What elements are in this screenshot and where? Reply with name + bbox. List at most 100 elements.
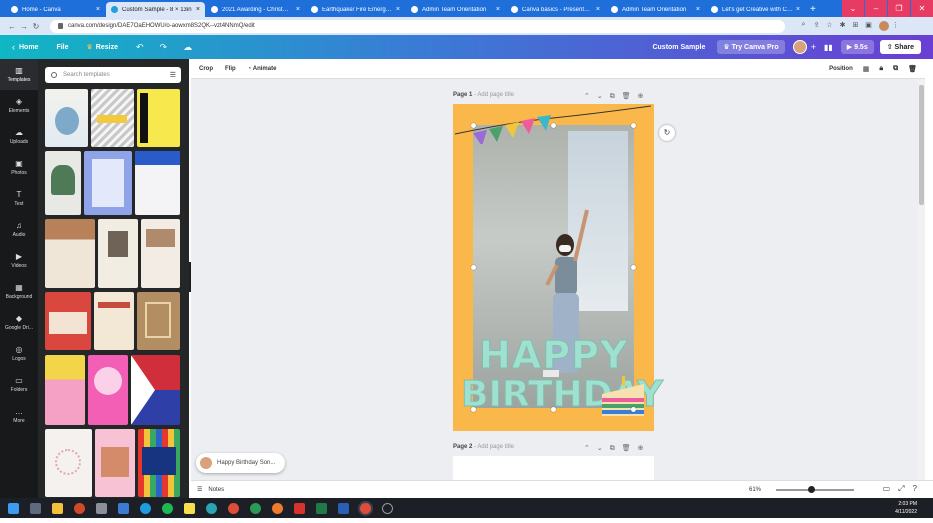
resize-handle[interactable]: [631, 265, 636, 270]
rail-item-audio[interactable]: ♫ Audio: [0, 214, 38, 245]
rail-item-videos[interactable]: ▶ Videos: [0, 245, 38, 276]
rail-item-uploads[interactable]: ☁ Uploads: [0, 121, 38, 152]
template-thumbnail[interactable]: [131, 355, 180, 425]
resize-handle[interactable]: [551, 123, 556, 128]
clock-app-icon[interactable]: [382, 502, 393, 514]
extension-icon[interactable]: ✱: [836, 21, 849, 31]
close-tab-icon[interactable]: ×: [496, 6, 500, 13]
crop-button[interactable]: Crop: [199, 66, 213, 72]
minimize-icon[interactable]: –: [865, 0, 887, 17]
file-menu-button[interactable]: File: [56, 44, 68, 51]
template-thumbnail[interactable]: [88, 355, 128, 425]
vertical-scrollbar[interactable]: [918, 79, 925, 498]
chrome-active-icon[interactable]: [360, 502, 371, 514]
template-thumbnail[interactable]: [138, 429, 180, 497]
chevron-down-icon[interactable]: ⌄: [597, 93, 610, 100]
excel-icon[interactable]: [316, 502, 327, 514]
template-thumbnail[interactable]: [137, 89, 180, 147]
edge-icon[interactable]: [206, 502, 217, 514]
share-icon[interactable]: ⇪: [810, 21, 823, 31]
rail-item-background[interactable]: ▦ Background: [0, 276, 38, 307]
template-thumbnail[interactable]: [135, 151, 180, 215]
rail-item-logos[interactable]: ◎ Logos: [0, 338, 38, 369]
delete-page-icon[interactable]: 🗑︎: [622, 445, 638, 452]
home-button[interactable]: Home: [19, 44, 38, 51]
close-tab-icon[interactable]: ×: [296, 6, 300, 13]
duplicate-page-icon[interactable]: ⧉: [610, 93, 622, 100]
add-page-icon[interactable]: ⊕: [638, 93, 651, 100]
chevron-up-icon[interactable]: ⌃: [584, 93, 597, 100]
app-icon[interactable]: [250, 502, 261, 514]
redo-icon[interactable]: ↷: [160, 42, 168, 53]
template-thumbnail[interactable]: [137, 292, 180, 350]
birthday-text-line1[interactable]: HAPPY: [479, 336, 640, 375]
try-canva-pro-button[interactable]: ♛ Try Canva Pro: [717, 40, 785, 54]
browser-tab[interactable]: Earthquake/ Fire Emergency ×: [306, 2, 405, 17]
close-tab-icon[interactable]: ×: [796, 6, 800, 13]
calculator-icon[interactable]: [96, 502, 107, 514]
transparency-icon[interactable]: ▦: [863, 65, 870, 73]
resize-handle[interactable]: [551, 407, 556, 412]
browser-tab[interactable]: Canva basics - Presentation ×: [506, 2, 605, 17]
rail-item-photos[interactable]: ▣ Photos: [0, 152, 38, 183]
rail-item-folders[interactable]: ▭ Folders: [0, 369, 38, 400]
kebab-menu-icon[interactable]: ⋮: [889, 21, 902, 31]
browser-tab[interactable]: Admin Team Orientation ×: [606, 2, 705, 17]
acrobat-icon[interactable]: [294, 502, 305, 514]
share-button[interactable]: ⇧ Share: [879, 40, 921, 54]
sticky-notes-icon[interactable]: [184, 502, 195, 514]
sidebar-icon[interactable]: ▣: [862, 21, 875, 31]
new-tab-button[interactable]: +: [810, 2, 816, 17]
zoom-level[interactable]: 61%: [749, 487, 761, 493]
template-thumbnail[interactable]: [45, 292, 91, 350]
notes-icon[interactable]: ☰: [197, 486, 202, 493]
delete-page-icon[interactable]: 🗑︎: [622, 93, 638, 100]
browser-tab[interactable]: 2021 Awarding - Christmas ×: [206, 2, 305, 17]
task-view-icon[interactable]: [30, 502, 41, 514]
trash-icon[interactable]: 🗑︎: [908, 65, 917, 73]
template-thumbnail[interactable]: [94, 292, 134, 350]
page-2-add-title[interactable]: - Add page title: [474, 444, 514, 450]
maximize-icon[interactable]: ❐: [888, 0, 910, 17]
plus-icon[interactable]: +: [811, 42, 816, 52]
template-thumbnail[interactable]: [45, 151, 81, 215]
system-clock[interactable]: 2:03 PM 4/11/2022: [895, 500, 917, 516]
position-button[interactable]: Position: [829, 66, 853, 72]
forward-icon[interactable]: →: [18, 22, 30, 31]
upload-toast[interactable]: Happy Birthday Son...: [196, 453, 286, 473]
windows-start-icon[interactable]: [8, 502, 19, 514]
template-thumbnail[interactable]: [95, 429, 135, 497]
star-icon[interactable]: ☆: [823, 21, 836, 31]
rail-item-text[interactable]: T Text: [0, 183, 38, 214]
notes-button[interactable]: Notes: [208, 487, 224, 493]
search-icon[interactable]: ⌕: [797, 21, 810, 31]
chrome-icon[interactable]: [228, 502, 239, 514]
template-thumbnail[interactable]: [45, 355, 85, 425]
chevron-down-icon[interactable]: ⌄: [597, 445, 610, 452]
store-icon[interactable]: [118, 502, 129, 514]
resize-button[interactable]: Resize: [96, 44, 118, 51]
browser-tab[interactable]: Home - Canva ×: [6, 2, 105, 17]
resize-handle[interactable]: [631, 123, 636, 128]
analytics-icon[interactable]: ▮▮: [824, 43, 833, 52]
reload-icon[interactable]: ↻: [30, 22, 42, 31]
page-grid-icon[interactable]: ▭: [883, 484, 899, 493]
template-thumbnail[interactable]: [45, 219, 95, 288]
close-icon[interactable]: ✕: [911, 0, 933, 17]
close-tab-icon[interactable]: ×: [196, 6, 200, 13]
design-title[interactable]: Custom Sample: [652, 44, 705, 51]
template-thumbnail[interactable]: [84, 151, 132, 215]
browser-tab[interactable]: Admin Team Orientation ×: [406, 2, 505, 17]
rail-item-templates[interactable]: ▥ Templates: [0, 59, 38, 90]
flip-button[interactable]: Flip: [225, 66, 236, 72]
firefox-icon[interactable]: [272, 502, 283, 514]
resize-handle[interactable]: [471, 407, 476, 412]
profile-avatar[interactable]: [879, 21, 889, 31]
template-thumbnail[interactable]: [141, 219, 180, 288]
design-page-1[interactable]: HAPPY BIRTHDAY: [453, 104, 664, 431]
rail-item-elements[interactable]: ◈ Elements: [0, 90, 38, 121]
page-1-add-title[interactable]: - Add page title: [474, 92, 514, 98]
template-thumbnail[interactable]: [45, 429, 92, 497]
zoom-slider-knob[interactable]: [808, 486, 815, 493]
chevron-up-icon[interactable]: ⌃: [584, 445, 597, 452]
